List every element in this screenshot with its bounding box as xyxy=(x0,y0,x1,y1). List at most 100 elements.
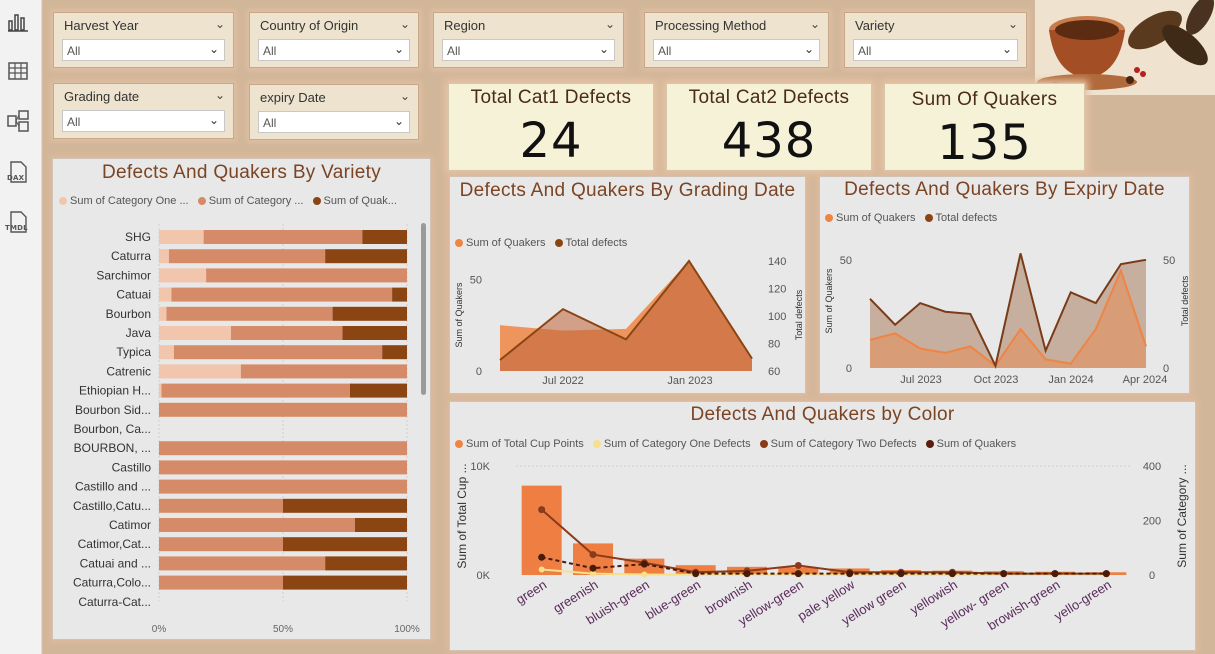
bar-segment xyxy=(159,383,162,398)
legend-item[interactable]: Sum of Quakers xyxy=(925,438,1016,450)
y2-axis-label: Sum of Category ... xyxy=(1175,464,1189,567)
category-label: Sarchimor xyxy=(96,268,151,282)
legend-item[interactable]: Sum of Category ... xyxy=(197,195,303,207)
bar-segment xyxy=(283,537,407,552)
bar-segment xyxy=(161,383,350,398)
slicer-dropdown[interactable]: All ⌄ xyxy=(62,39,225,61)
chart-title: Defects And Quakers By Expiry Date xyxy=(844,179,1165,200)
y2-tick-label: 400 xyxy=(1143,461,1161,473)
expiry-area-chart[interactable]: 500500Jul 2023 Oct 2023 Jan 2024 Apr 2024Su… xyxy=(820,229,1191,393)
kpi-card-quakers: Sum Of Quakers 135 xyxy=(884,83,1085,171)
legend-item[interactable]: Total defects xyxy=(924,212,997,224)
bar-segment xyxy=(230,326,343,340)
table-view-icon[interactable] xyxy=(6,59,30,83)
chevron-down-icon[interactable]: ⌄ xyxy=(215,88,225,102)
y2-tick-label: 50 xyxy=(1163,255,1175,267)
report-canvas: Harvest Year ⌄ All ⌄ Country of Origin ⌄ … xyxy=(43,0,1215,654)
bar-segment xyxy=(283,498,407,513)
slicer-dropdown[interactable]: All ⌄ xyxy=(62,110,225,132)
legend-item[interactable]: Sum of Quak... xyxy=(312,195,397,207)
bar-segment xyxy=(159,537,283,552)
kpi-card-cat2-defects: Total Cat2 Defects 438 xyxy=(666,83,872,171)
series-area xyxy=(500,261,752,371)
bar-segment xyxy=(159,575,283,590)
tmdl-view-icon[interactable]: TMDL xyxy=(5,210,30,234)
category-label: Castillo xyxy=(112,460,152,474)
chevron-down-icon: ⌄ xyxy=(803,42,814,56)
bar-segment xyxy=(171,287,393,302)
model-view-icon[interactable] xyxy=(6,109,30,133)
bar-segment xyxy=(168,249,326,264)
color-combo-chart[interactable]: 10K 0K 400 200 0 Sum of Total Cup ... Sum of C… xyxy=(450,454,1197,650)
variety-bar-chart[interactable]: 0% 50% 100% SHG Caturra Sarchimor Catuai Bourbo… xyxy=(53,219,432,639)
slicer-label: Country of Origin xyxy=(260,18,359,33)
chevron-down-icon[interactable]: ⌄ xyxy=(215,17,225,31)
legend-item[interactable]: Total defects xyxy=(554,237,627,249)
slicer-dropdown[interactable]: All ⌄ xyxy=(258,39,410,61)
legend-item[interactable]: Sum of Category Two Defects xyxy=(759,438,917,450)
x-tick-label: 50% xyxy=(273,624,293,635)
scrollbar[interactable] xyxy=(421,223,426,395)
bar-segment xyxy=(325,249,407,264)
chevron-down-icon[interactable]: ⌄ xyxy=(605,17,615,31)
chevron-down-icon: ⌄ xyxy=(598,42,609,56)
quakers-point xyxy=(589,564,597,572)
x-tick-label: Jul 2023 xyxy=(900,374,942,386)
slicer-label: Harvest Year xyxy=(64,18,139,33)
report-view-icon[interactable] xyxy=(6,10,30,34)
chevron-down-icon: ⌄ xyxy=(1001,42,1012,56)
color-chart-panel: Defects And Quakers by Color Sum of Tota… xyxy=(449,401,1196,651)
chevron-down-icon[interactable]: ⌄ xyxy=(400,17,410,31)
category-label: Catuai and ... xyxy=(80,556,151,570)
quakers-point xyxy=(692,570,700,578)
chevron-down-icon: ⌄ xyxy=(393,114,404,128)
quakers-point xyxy=(1000,570,1008,578)
y-axis-label: Sum of Quakers xyxy=(454,282,464,348)
legend-item[interactable]: Sum of Category One Defects xyxy=(592,438,751,450)
slicer-processing-method: Processing Method ⌄ All ⌄ xyxy=(644,12,829,68)
dax-query-icon[interactable]: DAX xyxy=(6,160,30,184)
bar-segment xyxy=(159,498,283,513)
kpi-title: Sum Of Quakers xyxy=(911,89,1058,110)
legend-item[interactable]: Sum of Quakers xyxy=(825,212,915,224)
kpi-value: 438 xyxy=(721,113,817,169)
category-two-point xyxy=(589,551,597,559)
slicer-dropdown[interactable]: All ⌄ xyxy=(653,39,820,61)
bar-segment xyxy=(159,287,172,302)
y2-axis-label: Total defects xyxy=(1180,275,1190,326)
bar-segment xyxy=(354,518,407,532)
slicer-dropdown[interactable]: All ⌄ xyxy=(442,39,615,61)
legend-item[interactable]: Sum of Total Cup Points xyxy=(455,438,584,450)
bar xyxy=(521,485,562,575)
x-tick-label: Apr 2024 xyxy=(1123,374,1168,386)
quakers-point xyxy=(1102,570,1110,578)
y-tick-label: 50 xyxy=(470,274,482,286)
slicer-dropdown[interactable]: All ⌄ xyxy=(853,39,1018,61)
grading-area-chart[interactable]: 0 50 140 120 100 80 60 Jul 2022 Jan 2023 Sum of Q… xyxy=(450,253,807,393)
chevron-down-icon[interactable]: ⌄ xyxy=(1008,17,1018,31)
y-tick-label: 50 xyxy=(840,255,852,267)
chevron-down-icon: ⌄ xyxy=(208,42,219,56)
kpi-title: Total Cat2 Defects xyxy=(688,87,850,108)
coffee-image xyxy=(1035,0,1215,95)
quakers-point xyxy=(846,570,854,578)
y-tick-label: 10K xyxy=(470,461,490,473)
bar-segment xyxy=(332,306,407,321)
kpi-card-cat1-defects: Total Cat1 Defects 24 xyxy=(448,83,654,171)
category-label: Ethiopian H... xyxy=(79,384,151,398)
y2-axis-label: Total defects xyxy=(794,289,804,340)
chevron-down-icon[interactable]: ⌄ xyxy=(810,17,820,31)
legend-item[interactable]: Sum of Category One ... xyxy=(59,195,189,207)
y2-tick-label: 120 xyxy=(768,284,786,296)
chevron-down-icon[interactable]: ⌄ xyxy=(400,89,410,103)
chart-title: Defects And Quakers By Variety xyxy=(102,162,381,183)
y-axis-label: Sum of Total Cup ... xyxy=(455,463,469,568)
x-tick-label: Jan 2024 xyxy=(1048,374,1093,386)
slicer-dropdown[interactable]: All ⌄ xyxy=(258,111,410,133)
category-one-point xyxy=(538,566,545,573)
category-label: BOURBON, ... xyxy=(74,441,151,455)
x-tick-label: 100% xyxy=(394,624,420,635)
legend-item[interactable]: Sum of Quakers xyxy=(455,237,545,249)
bar-segment xyxy=(382,345,407,360)
bar-segment xyxy=(159,460,407,475)
